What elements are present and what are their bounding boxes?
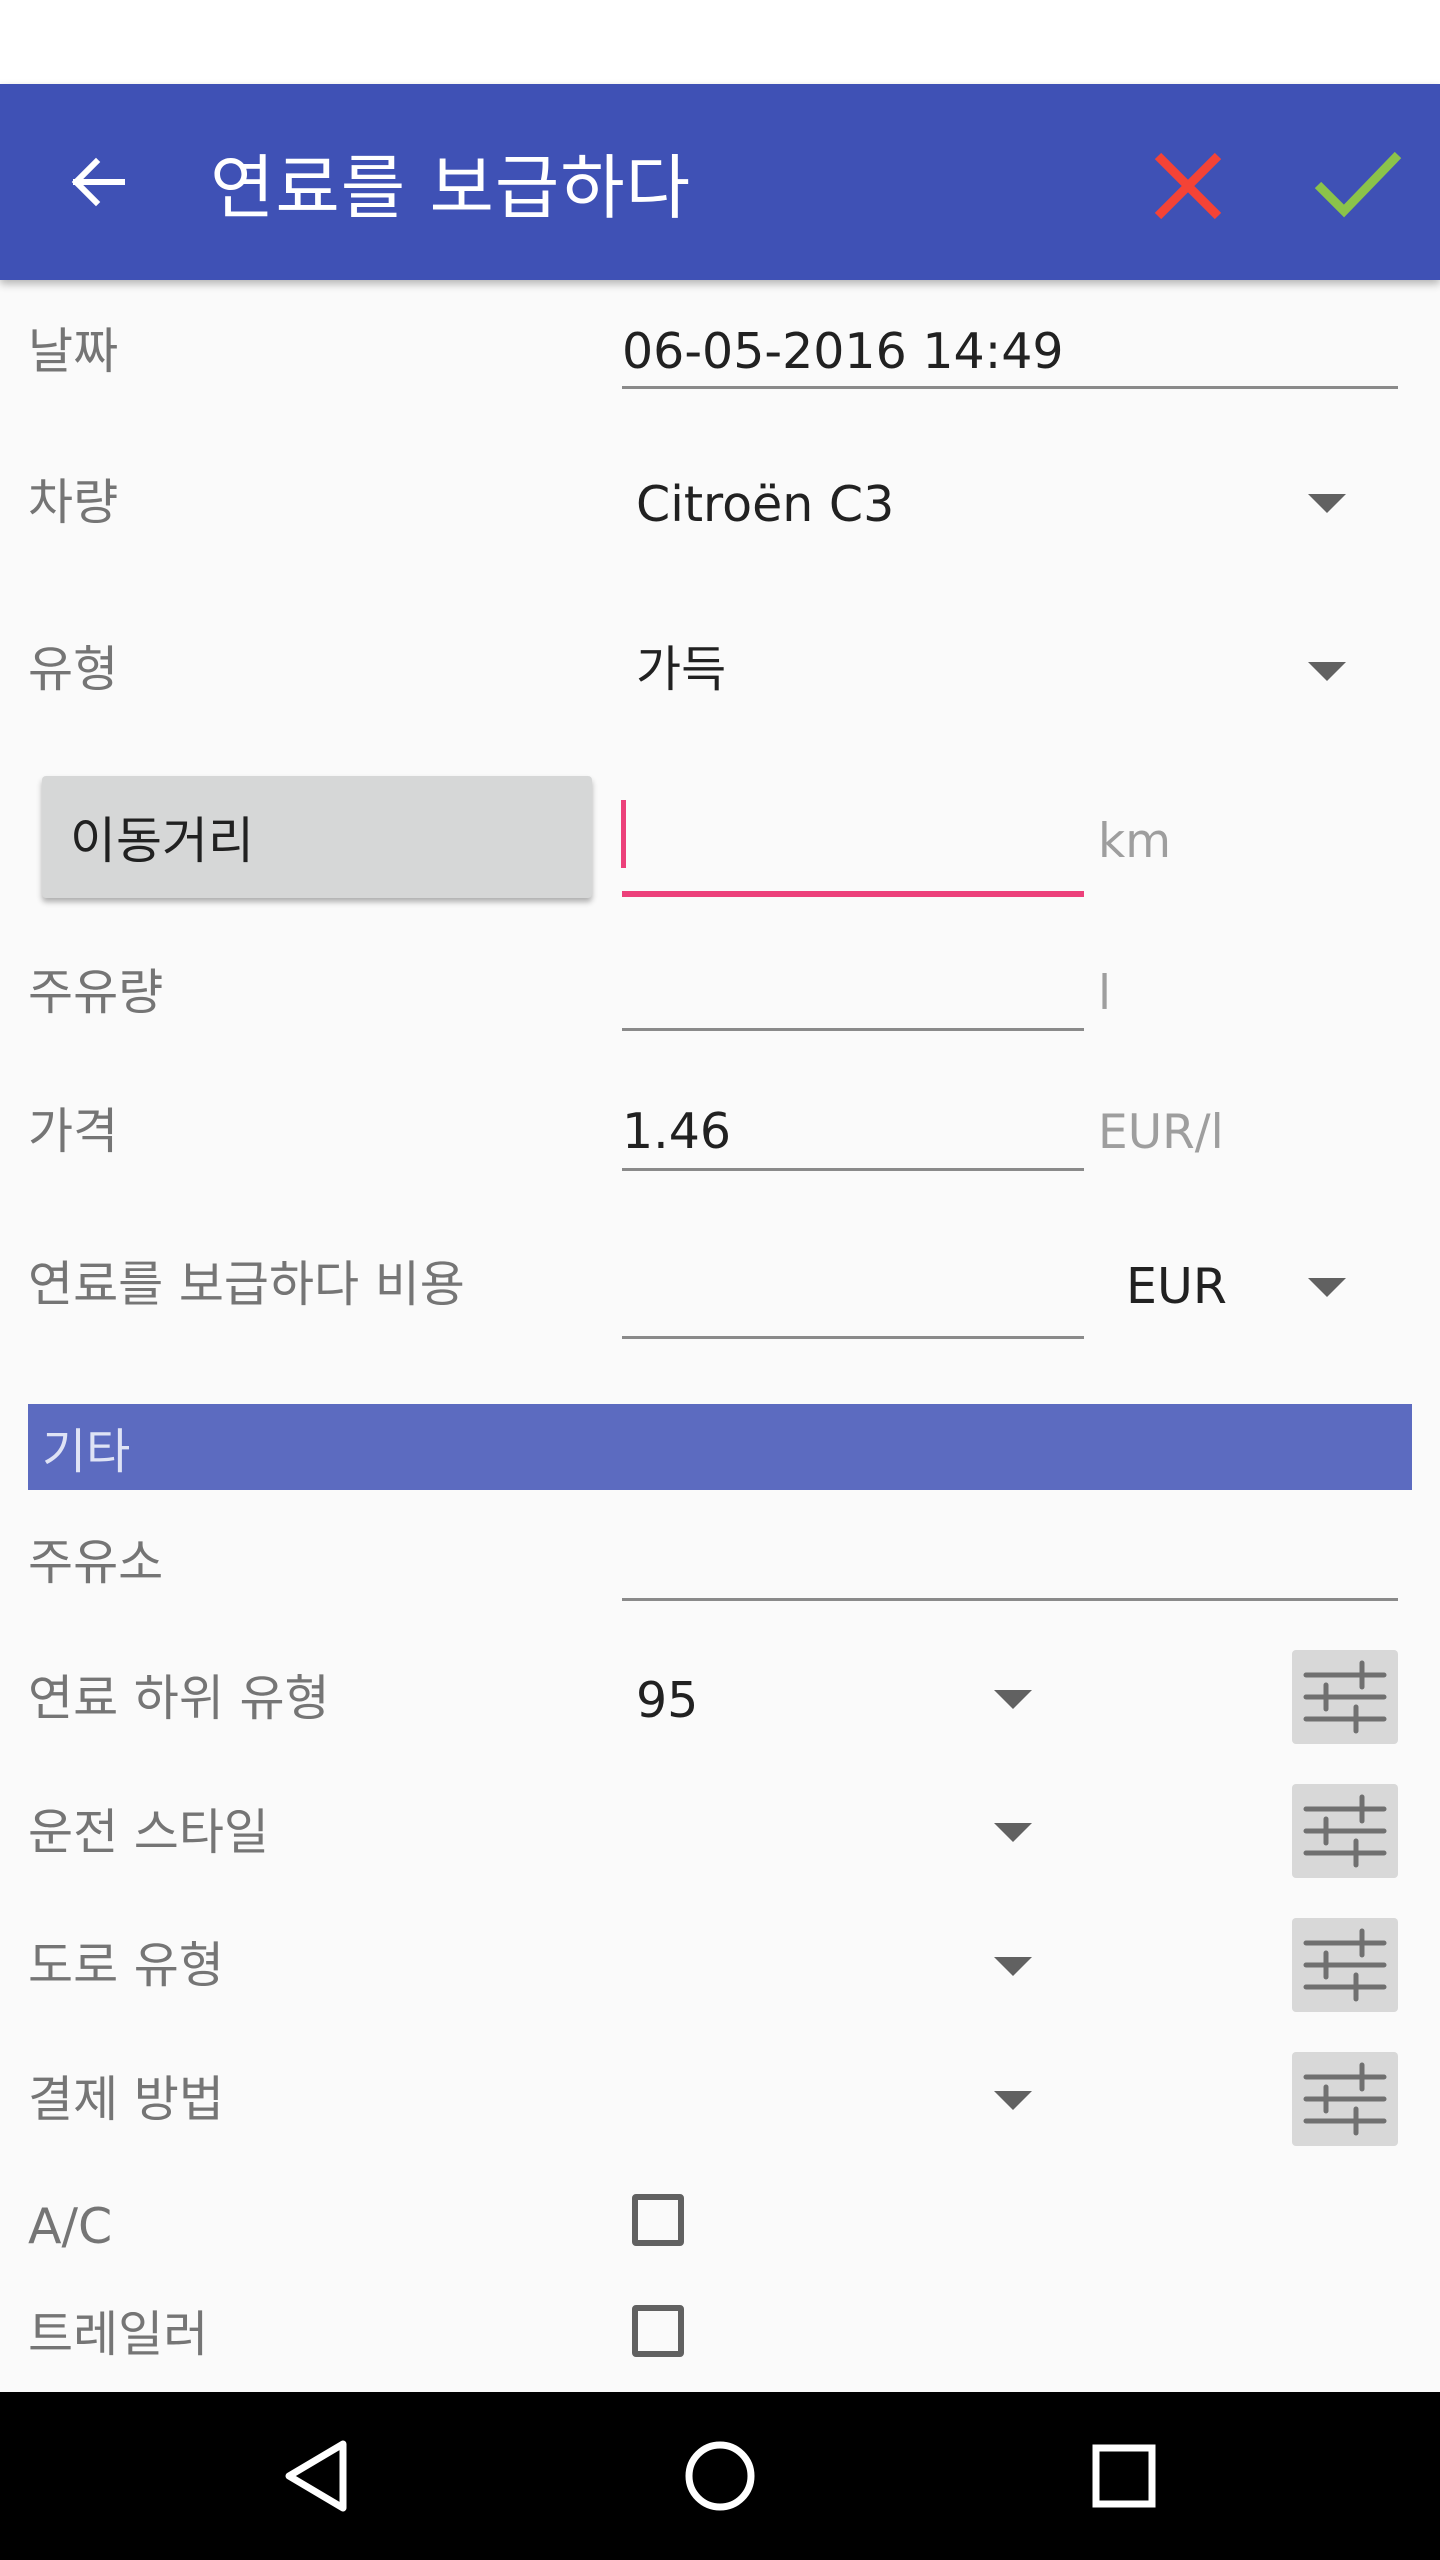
chevron-down-icon[interactable] bbox=[994, 2091, 1032, 2110]
confirm-button[interactable] bbox=[1305, 134, 1411, 234]
fuel-subtype-label: 연료 하위 유형 bbox=[28, 1670, 330, 1727]
sliders-icon bbox=[1303, 1660, 1387, 1734]
nav-back-button[interactable] bbox=[252, 2412, 380, 2540]
chevron-down-icon[interactable] bbox=[1308, 494, 1346, 513]
close-icon bbox=[1154, 152, 1222, 220]
quantity-label: 주유량 bbox=[28, 964, 164, 1021]
chevron-down-icon[interactable] bbox=[994, 1823, 1032, 1842]
sliders-icon bbox=[1303, 2062, 1387, 2136]
type-label: 유형 bbox=[28, 641, 119, 698]
road-type-settings-button[interactable] bbox=[1292, 1918, 1398, 2012]
chevron-down-icon[interactable] bbox=[1308, 662, 1346, 681]
screen: 연료를 보급하다 날짜 06-05-2016 14:49 차량 Citroën … bbox=[0, 0, 1440, 2560]
station-underline bbox=[622, 1598, 1398, 1601]
odometer-input[interactable] bbox=[622, 810, 1082, 870]
odometer-mode-label: 이동거리 bbox=[70, 812, 254, 870]
ac-label: A/C bbox=[28, 2198, 113, 2255]
station-input[interactable] bbox=[622, 1540, 1392, 1600]
type-select[interactable]: 가득 bbox=[636, 645, 726, 694]
nav-home-button[interactable] bbox=[656, 2412, 784, 2540]
payment-method-settings-button[interactable] bbox=[1292, 2052, 1398, 2146]
chevron-down-icon[interactable] bbox=[1308, 1278, 1346, 1297]
fuel-subtype-select[interactable]: 95 bbox=[636, 1676, 698, 1725]
check-icon bbox=[1314, 151, 1402, 218]
odometer-mode-button[interactable]: 이동거리 bbox=[42, 776, 592, 898]
road-type-label: 도로 유형 bbox=[28, 1937, 224, 1994]
nav-recents-square-icon bbox=[1092, 2444, 1156, 2508]
text-cursor bbox=[621, 800, 626, 868]
station-label: 주유소 bbox=[28, 1534, 164, 1591]
vehicle-select[interactable]: Citroën C3 bbox=[636, 480, 894, 529]
section-header-other: 기타 bbox=[28, 1404, 1412, 1490]
price-underline bbox=[622, 1168, 1084, 1171]
date-label: 날짜 bbox=[28, 323, 119, 380]
payment-method-select[interactable] bbox=[636, 2075, 976, 2135]
section-header-label: 기타 bbox=[42, 1424, 131, 1480]
status-bar bbox=[0, 0, 1440, 84]
date-underline bbox=[622, 386, 1398, 389]
date-field[interactable]: 06-05-2016 14:49 bbox=[622, 327, 1064, 376]
quantity-underline bbox=[622, 1028, 1084, 1031]
odometer-underline bbox=[622, 891, 1084, 897]
driving-style-select[interactable] bbox=[636, 1808, 976, 1868]
trailer-label: 트레일러 bbox=[28, 2306, 209, 2363]
trailer-checkbox[interactable] bbox=[632, 2305, 684, 2357]
arrow-left-icon bbox=[71, 157, 125, 207]
driving-style-settings-button[interactable] bbox=[1292, 1784, 1398, 1878]
price-input[interactable]: 1.46 bbox=[622, 1107, 731, 1156]
vehicle-label: 차량 bbox=[28, 474, 119, 531]
nav-home-circle-icon bbox=[685, 2441, 755, 2511]
road-type-select[interactable] bbox=[636, 1941, 976, 2001]
cost-label: 연료를 보급하다 비용 bbox=[28, 1256, 465, 1313]
payment-method-label: 결제 방법 bbox=[28, 2071, 224, 2128]
cost-underline bbox=[622, 1336, 1084, 1339]
chevron-down-icon[interactable] bbox=[994, 1957, 1032, 1976]
page-title: 연료를 보급하다 bbox=[210, 146, 692, 229]
system-nav-bar bbox=[0, 2392, 1440, 2560]
nav-back-triangle-icon bbox=[285, 2440, 347, 2512]
driving-style-label: 운전 스타일 bbox=[28, 1804, 269, 1861]
back-button[interactable] bbox=[58, 142, 138, 222]
cost-input[interactable] bbox=[622, 1262, 1082, 1322]
quantity-input[interactable] bbox=[622, 968, 1082, 1028]
cancel-button[interactable] bbox=[1140, 138, 1236, 234]
odometer-unit: km bbox=[1098, 814, 1172, 869]
app-bar: 연료를 보급하다 bbox=[0, 84, 1440, 280]
fuel-subtype-settings-button[interactable] bbox=[1292, 1650, 1398, 1744]
currency-select[interactable]: EUR bbox=[1126, 1262, 1227, 1311]
nav-recents-button[interactable] bbox=[1060, 2412, 1188, 2540]
price-label: 가격 bbox=[28, 1103, 119, 1160]
price-unit: EUR/l bbox=[1098, 1105, 1224, 1160]
sliders-icon bbox=[1303, 1928, 1387, 2002]
sliders-icon bbox=[1303, 1794, 1387, 1868]
chevron-down-icon[interactable] bbox=[994, 1690, 1032, 1709]
quantity-unit: l bbox=[1098, 966, 1112, 1021]
ac-checkbox[interactable] bbox=[632, 2194, 684, 2246]
